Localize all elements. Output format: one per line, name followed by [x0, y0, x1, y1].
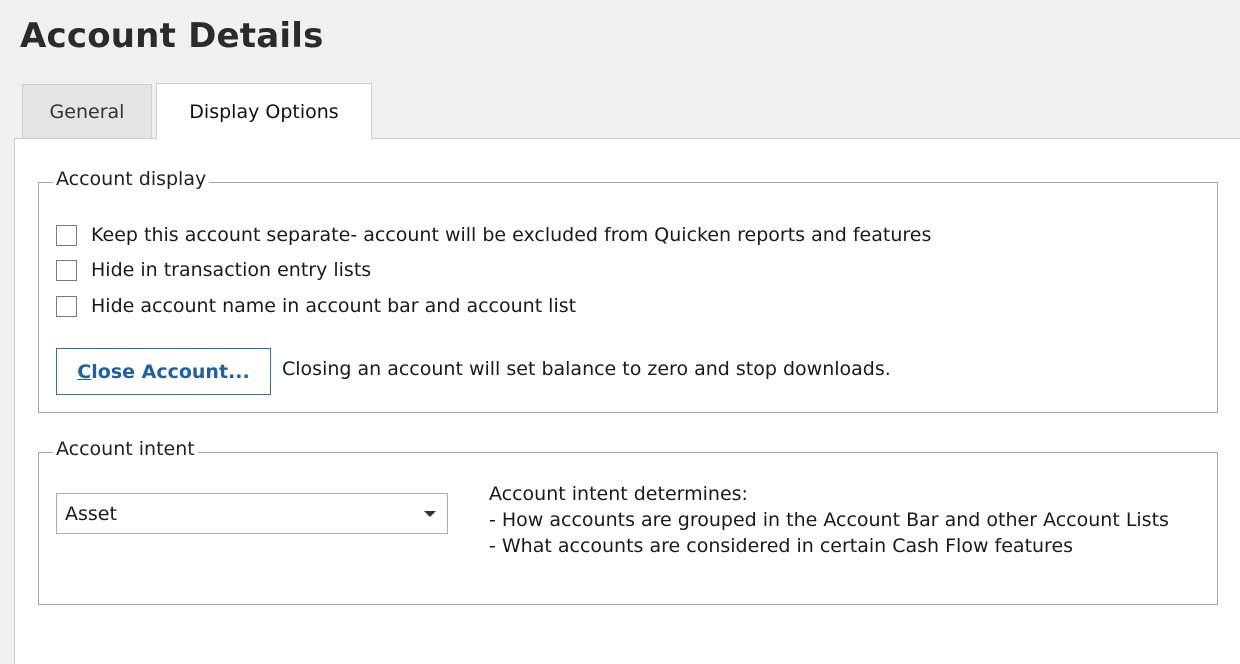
- close-account-accelerator: C: [77, 360, 92, 383]
- chevron-down-icon[interactable]: [413, 494, 447, 533]
- tab-strip: General Display Options: [0, 0, 1240, 140]
- account-intent-info-line: - How accounts are grouped in the Accoun…: [489, 509, 1169, 531]
- hide-in-transaction-lists-option[interactable]: Hide in transaction entry lists: [56, 259, 371, 281]
- hide-in-transaction-lists-label: Hide in transaction entry lists: [91, 259, 372, 281]
- tab-display-options[interactable]: Display Options: [156, 83, 372, 140]
- account-display-group: Account display Keep this account separa…: [38, 168, 1218, 413]
- chevron-down-icon-glyph: [424, 510, 436, 517]
- hide-in-transaction-lists-checkbox[interactable]: [56, 259, 77, 281]
- close-account-note: Closing an account will set balance to z…: [282, 358, 891, 380]
- account-display-legend: Account display: [53, 168, 210, 190]
- keep-separate-label: Keep this account separate- account will…: [91, 224, 932, 246]
- hide-account-name-label: Hide account name in account bar and acc…: [91, 295, 577, 317]
- account-intent-info: Account intent determines: - How account…: [489, 481, 1189, 559]
- tab-general[interactable]: General: [22, 84, 152, 138]
- tab-panel-display-options: Account display Keep this account separa…: [14, 138, 1240, 664]
- account-intent-info-heading: Account intent determines:: [489, 483, 748, 505]
- hide-account-name-option[interactable]: Hide account name in account bar and acc…: [56, 295, 576, 317]
- close-account-label: lose Account...: [91, 360, 250, 383]
- account-intent-group: Account intent Asset Account intent dete…: [38, 438, 1218, 605]
- hide-account-name-checkbox[interactable]: [56, 295, 77, 317]
- account-intent-legend: Account intent: [53, 438, 198, 460]
- keep-separate-option[interactable]: Keep this account separate- account will…: [56, 224, 931, 246]
- account-intent-value: Asset: [65, 502, 117, 525]
- account-intent-select[interactable]: Asset: [56, 493, 448, 534]
- account-intent-info-line: - What accounts are considered in certai…: [489, 535, 1074, 557]
- keep-separate-checkbox[interactable]: [56, 224, 77, 246]
- close-account-button[interactable]: Close Account...: [56, 348, 271, 395]
